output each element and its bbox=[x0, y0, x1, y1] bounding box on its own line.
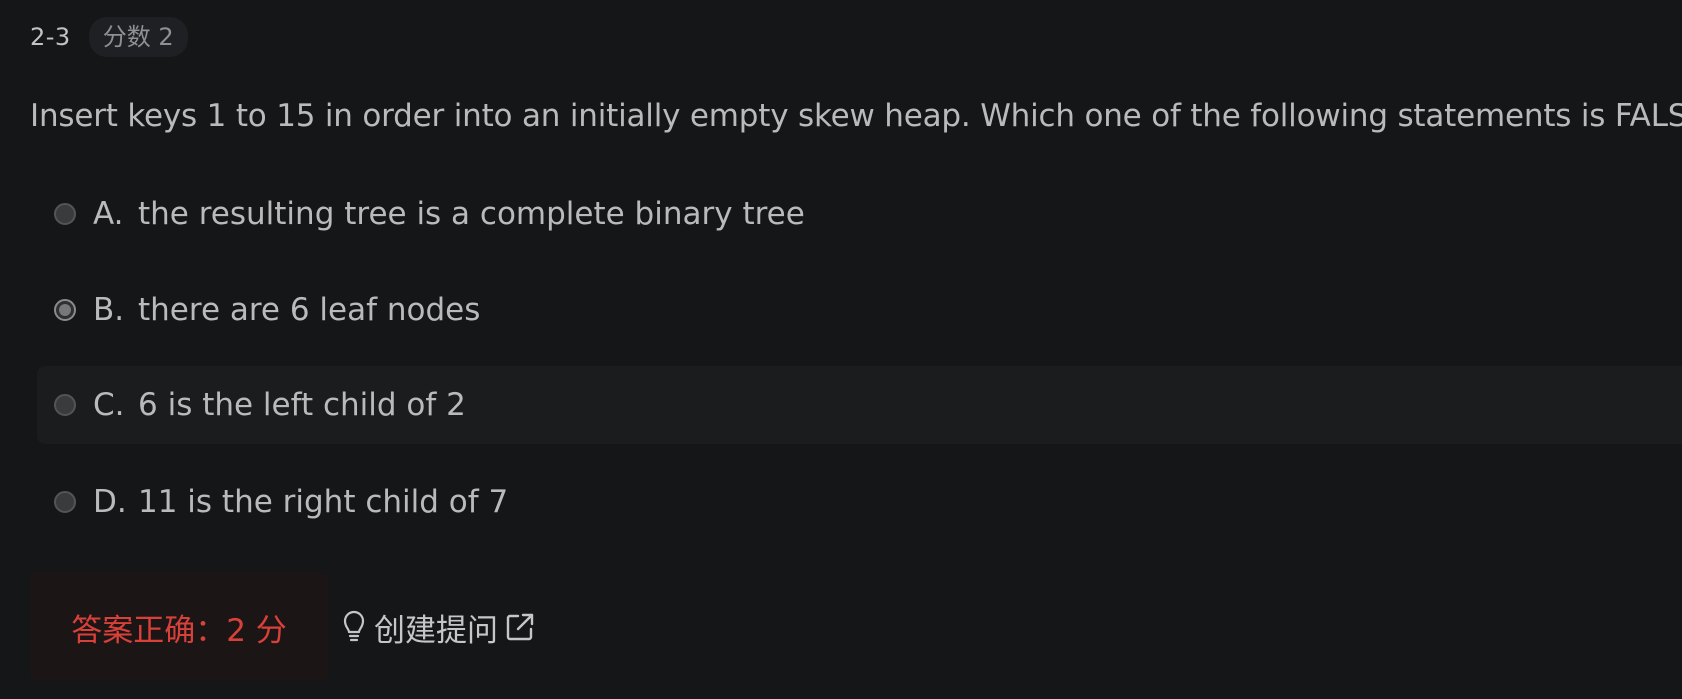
external-link-icon bbox=[504, 611, 536, 643]
option-letter: A. bbox=[93, 196, 124, 232]
radio-button[interactable] bbox=[54, 394, 76, 416]
option-letter: D. bbox=[93, 484, 127, 520]
question-card: 2-3 分数 2 Insert keys 1 to 15 in order in… bbox=[0, 0, 1682, 699]
radio-button[interactable] bbox=[54, 491, 76, 513]
option-text: 11 is the right child of 7 bbox=[138, 484, 509, 520]
question-text: Insert keys 1 to 15 in order into an ini… bbox=[30, 98, 1682, 134]
option-text: 6 is the left child of 2 bbox=[138, 387, 466, 423]
radio-button[interactable] bbox=[54, 203, 76, 225]
result-badge: 答案正确：2 分 bbox=[30, 573, 328, 681]
create-question-label: 创建提问 bbox=[374, 612, 498, 649]
option-c[interactable]: C. 6 is the left child of 2 bbox=[37, 366, 1682, 444]
lightbulb-icon bbox=[340, 610, 368, 644]
result-text: 答案正确：2 分 bbox=[71, 612, 287, 649]
option-text: there are 6 leaf nodes bbox=[138, 292, 481, 328]
option-a[interactable]: A. the resulting tree is a complete bina… bbox=[37, 175, 1682, 253]
option-letter: C. bbox=[93, 387, 125, 423]
score-badge: 分数 2 bbox=[88, 17, 188, 57]
question-header: 2-3 分数 2 bbox=[30, 17, 188, 57]
option-d[interactable]: D. 11 is the right child of 7 bbox=[37, 463, 1682, 541]
option-letter: B. bbox=[93, 292, 125, 328]
question-number: 2-3 bbox=[30, 23, 71, 51]
option-b[interactable]: B. there are 6 leaf nodes bbox=[37, 271, 1682, 349]
radio-button-selected[interactable] bbox=[54, 299, 76, 321]
answer-footer: 答案正确：2 分 创建提问 bbox=[30, 573, 536, 681]
create-question-link[interactable]: 创建提问 bbox=[340, 605, 536, 650]
option-text: the resulting tree is a complete binary … bbox=[138, 196, 805, 232]
